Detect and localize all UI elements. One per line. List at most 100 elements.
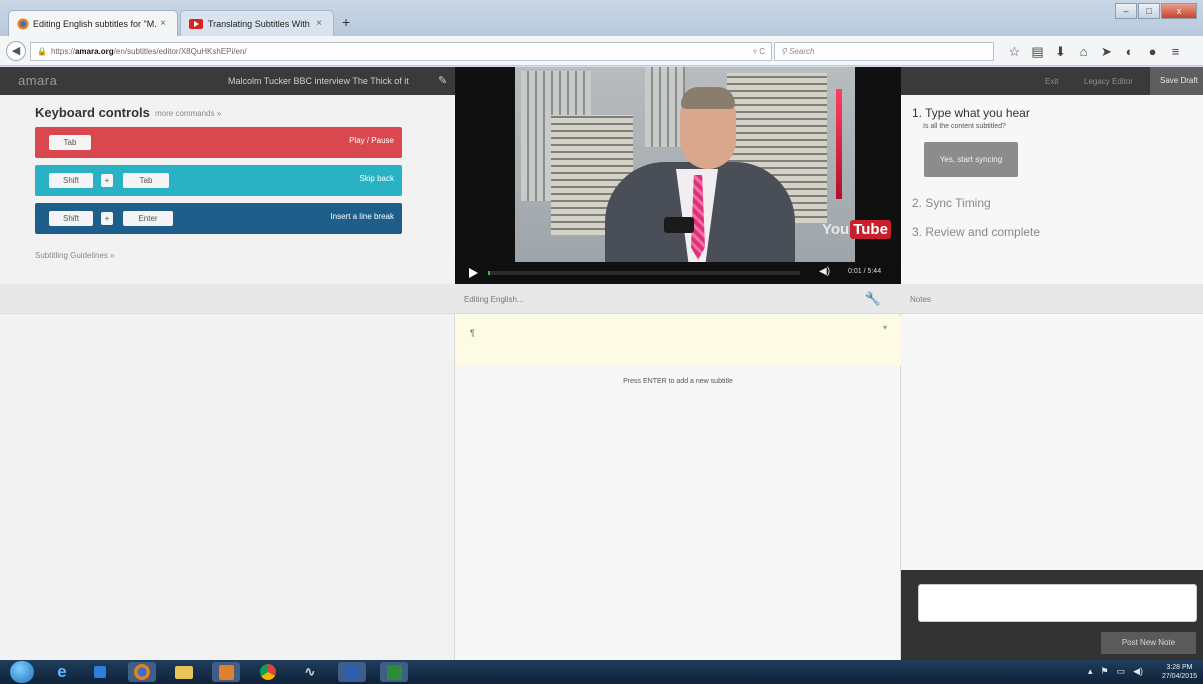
keyboard-controls-title: Keyboard controls [35, 105, 150, 120]
video-progress-bar[interactable] [488, 271, 800, 275]
video-player[interactable]: You Tube ◀) 0:01 / 5:44 [455, 67, 901, 284]
subtitle-list: ¶ ▾ Press ENTER to add a new subtitle [455, 314, 901, 660]
url-prefix: https:// [50, 47, 75, 56]
exit-link[interactable]: Exit [1045, 77, 1058, 86]
step-type-what-you-hear: 1. Type what you hear [912, 106, 1030, 120]
minimize-button[interactable]: – [1115, 3, 1137, 19]
subtitling-guidelines-link[interactable]: Subtitling Guidelines » [35, 251, 115, 260]
keyboard-controls-panel: Keyboard controls more commands » Tab Pl… [0, 95, 455, 284]
close-window-button[interactable]: x [1161, 3, 1197, 19]
menu-icon[interactable]: ≡ [1164, 44, 1187, 60]
volume-icon[interactable]: ◀) [819, 266, 830, 277]
tab-label: Translating Subtitles With ... [208, 18, 313, 29]
microphone [664, 217, 694, 233]
key-tab: Tab [49, 135, 91, 150]
shortcut-action: Insert a line break [330, 212, 394, 221]
post-new-note-button[interactable]: Post New Note [1101, 632, 1196, 654]
search-icon: ⚲ [781, 47, 787, 56]
notes-label: Notes [910, 295, 931, 304]
home-icon[interactable]: ⌂ [1072, 44, 1095, 60]
new-tab-button[interactable]: + [342, 14, 350, 30]
close-tab-icon[interactable]: × [313, 18, 325, 29]
send-icon[interactable]: ➤ [1095, 44, 1118, 60]
add-subtitle-hint: Press ENTER to add a new subtitle [623, 378, 733, 385]
word-icon[interactable] [338, 662, 366, 682]
outlook-icon[interactable] [212, 662, 240, 682]
start-button[interactable] [10, 661, 34, 683]
excel-icon[interactable] [380, 662, 408, 682]
video-progress-fill [488, 271, 490, 275]
video-controls: ◀) 0:01 / 5:44 [455, 262, 901, 284]
url-bar[interactable]: 🔒 https://amara.org/en/subtitles/editor/X… [30, 42, 772, 61]
video-title: Malcolm Tucker BBC interview The Thick o… [228, 76, 409, 86]
youtube-logo: You Tube [822, 220, 891, 239]
flag-icon[interactable]: ⚑ [1100, 666, 1108, 677]
more-commands-link[interactable]: more commands » [155, 109, 221, 118]
key-shift: Shift [49, 173, 93, 188]
amara-logo[interactable]: amara [18, 73, 57, 88]
close-tab-icon[interactable]: × [157, 18, 169, 29]
windows-taskbar: e ∿ ▴ ⚑ ▭ ◀) 3:28 PM 27/04/2015 [0, 660, 1203, 684]
screen: Editing English subtitles for "M... × Tr… [0, 0, 1203, 684]
step-review-complete: 3. Review and complete [912, 225, 1041, 239]
media-player-icon[interactable] [86, 662, 114, 682]
chrome-icon[interactable] [254, 662, 282, 682]
plus-sign: + [101, 212, 113, 225]
search-input[interactable]: ⚲ Search [774, 42, 994, 61]
presenter-hair [681, 87, 735, 109]
workflow-steps-panel: 1. Type what you hear Is all the content… [901, 95, 1203, 284]
video-building [645, 67, 685, 147]
note-input[interactable] [918, 584, 1197, 622]
save-draft-button[interactable]: Save Draft [1150, 67, 1203, 95]
legacy-editor-link[interactable]: Legacy Editor [1084, 77, 1133, 86]
shortcut-line-break: Shift + Enter Insert a line break [35, 203, 402, 234]
play-icon[interactable] [469, 268, 478, 278]
pilcrow-icon: ¶ [470, 328, 475, 338]
notes-header: Notes [901, 284, 1203, 314]
browser-nav-bar: ◀ 🔒 https://amara.org/en/subtitles/editor… [0, 36, 1203, 66]
youtube-tab-icon [189, 18, 203, 29]
maximize-button[interactable]: □ [1138, 3, 1160, 19]
firefox-icon[interactable] [128, 662, 156, 682]
plus-sign: + [101, 174, 113, 187]
back-arrow-icon[interactable]: ◀ [6, 41, 26, 61]
start-syncing-button[interactable]: Yes, start syncing [924, 142, 1018, 177]
chevron-down-icon[interactable]: ▾ [883, 323, 887, 332]
wrench-icon[interactable]: 🔧 [865, 291, 881, 307]
clock-time: 3:28 PM [1166, 664, 1193, 671]
reference-subtitles-area [0, 314, 455, 660]
speaker-icon[interactable]: ◀) [1133, 666, 1143, 677]
url-host: amara.org [74, 47, 114, 56]
toolbar-icons: ☆ ▤ ⬇ ⌂ ➤ ◐ ● ≡ [1003, 44, 1187, 60]
youtube-logo-you: You [822, 221, 850, 238]
tab-editing-subtitles[interactable]: Editing English subtitles for "M... × [8, 10, 178, 36]
step1-question: Is all the content subtitled? [923, 123, 1006, 130]
firefox-tab-icon [17, 18, 29, 29]
step-sync-timing: 2. Sync Timing [912, 196, 991, 210]
clock-date: 27/04/2015 [1161, 673, 1197, 680]
notes-list [901, 314, 1203, 570]
youtube-logo-tube: Tube [850, 220, 891, 239]
key-shift: Shift [49, 211, 93, 226]
shortcut-action: Play / Pause [349, 136, 394, 145]
system-tray: ▴ ⚑ ▭ ◀) [1080, 666, 1143, 677]
app-icon[interactable]: ∿ [296, 662, 324, 682]
internet-explorer-icon[interactable]: e [48, 662, 76, 682]
bookmarks-list-icon[interactable]: ▤ [1026, 44, 1049, 60]
network-icon[interactable]: ▭ [1117, 666, 1126, 677]
file-explorer-icon[interactable] [170, 662, 198, 682]
key-enter: Enter [123, 211, 173, 226]
reload-icon[interactable]: ▿ C [753, 43, 765, 60]
subtitle-row[interactable]: ¶ ▾ [455, 316, 901, 365]
tray-expand-icon[interactable]: ▴ [1088, 666, 1093, 677]
shortcut-play-pause: Tab Play / Pause [35, 127, 402, 158]
tab-translating-subtitles[interactable]: Translating Subtitles With ... × [180, 10, 334, 36]
search-placeholder: Search [789, 47, 815, 56]
download-icon[interactable]: ⬇ [1049, 44, 1072, 60]
chat-icon[interactable]: ● [1141, 44, 1164, 60]
extension-icon[interactable]: ◐ [1118, 44, 1141, 60]
key-tab: Tab [123, 173, 169, 188]
pencil-icon[interactable]: ✎ [438, 74, 447, 87]
taskbar-clock[interactable]: 3:28 PM 27/04/2015 [1162, 663, 1197, 681]
bookmark-star-icon[interactable]: ☆ [1003, 44, 1026, 60]
